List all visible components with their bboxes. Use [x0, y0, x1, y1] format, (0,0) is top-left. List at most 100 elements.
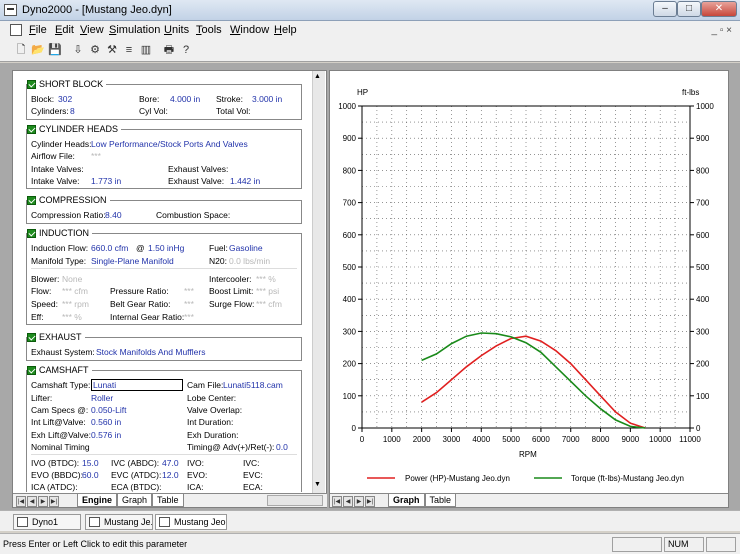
camshaft-group[interactable]: CAMSHAFT Camshaft Type: Lunati Cam File:…	[26, 365, 302, 492]
compression-checkbox[interactable]	[27, 195, 36, 205]
menu-edit[interactable]: Edit	[55, 24, 74, 36]
induction-flow-value[interactable]: 660.0 cfm	[91, 243, 128, 253]
blower-value[interactable]: None	[62, 274, 82, 284]
boost-limit-value[interactable]: *** psi	[256, 286, 279, 296]
timing-value[interactable]: 0.0	[276, 442, 288, 452]
doc-tab-mustang-1[interactable]: Mustang Je...	[85, 514, 153, 530]
heads-value[interactable]: Low Performance/Stock Ports And Valves	[91, 139, 248, 149]
scroll-down-icon[interactable]: ▼	[314, 481, 321, 488]
exhaust-group[interactable]: EXHAUST Exhaust System: Stock Manifolds …	[26, 332, 302, 361]
eff-value[interactable]: *** %	[62, 312, 82, 322]
vertical-scrollbar[interactable]: ▲ ▼	[312, 71, 325, 493]
last-tab-icon[interactable]: ▶|	[49, 496, 59, 507]
close-button[interactable]: ✕	[701, 1, 737, 17]
mdi-controls[interactable]: _ ▫ ×	[711, 25, 732, 36]
short-block-group[interactable]: SHORT BLOCK Block: 302 Bore: 4.000 in St…	[26, 79, 302, 120]
camshaft-checkbox[interactable]	[27, 365, 36, 375]
tab-graph-right[interactable]: Graph	[388, 494, 425, 507]
run-simulation-icon[interactable]: ⇩	[70, 42, 86, 58]
menu-window[interactable]: Window	[230, 24, 269, 36]
print-icon[interactable]: 🖶	[161, 42, 177, 58]
induction-pressure-value[interactable]: 1.50 inHg	[148, 243, 184, 253]
cylinder-heads-group[interactable]: CYLINDER HEADS Cylinder Heads: Low Perfo…	[26, 124, 302, 189]
save-icon[interactable]: 💾	[47, 42, 63, 58]
maximize-button[interactable]: □	[677, 1, 701, 17]
compression-group[interactable]: COMPRESSION Compression Ratio: 8.40 Comb…	[26, 195, 302, 224]
tab-table[interactable]: Table	[152, 494, 184, 507]
ivc-value[interactable]: 47.0	[162, 458, 179, 468]
exh-lift-value[interactable]: 0.576 in	[91, 430, 121, 440]
last-tab-icon[interactable]: ▶|	[365, 496, 375, 507]
dyno-chart[interactable]: HP ft-lbs RPM 0 1000 2000 3000 4000 5000 6000 7…	[330, 71, 728, 491]
y-tick-label-left: 600	[343, 231, 357, 240]
menu-file[interactable]: File	[29, 24, 47, 36]
speed-value[interactable]: *** rpm	[62, 299, 89, 309]
induction-checkbox[interactable]	[27, 228, 36, 238]
exhaust-header: EXHAUST	[27, 332, 85, 342]
bore-value[interactable]: 4.000 in	[170, 94, 200, 104]
menu-tools[interactable]: Tools	[196, 24, 222, 36]
next-tab-icon[interactable]: ▶	[38, 496, 48, 507]
ivo-value[interactable]: 15.0	[82, 458, 99, 468]
heads-icon[interactable]: ≡	[121, 42, 137, 58]
cam-specs-value[interactable]: 0.050-Lift	[91, 405, 126, 415]
int-lift-value[interactable]: 0.560 in	[91, 417, 121, 427]
first-tab-icon[interactable]: |◀	[16, 496, 26, 507]
evo-value[interactable]: 60.0	[82, 470, 99, 480]
intake-valve-value[interactable]: 1.773 in	[91, 176, 121, 186]
menu-units[interactable]: Units	[164, 24, 189, 36]
exhaust-valves-label: Exhaust Valves:	[168, 164, 229, 174]
menu-view[interactable]: View	[80, 24, 104, 36]
compression-ratio-value[interactable]: 8.40	[105, 210, 122, 220]
open-folder-icon[interactable]: 📂	[30, 42, 46, 58]
app-icon[interactable]	[4, 4, 17, 16]
minimize-button[interactable]: –	[653, 1, 677, 17]
menu-help[interactable]: Help	[274, 24, 297, 36]
short-block-checkbox[interactable]	[27, 79, 36, 89]
fuel-value[interactable]: Gasoline	[229, 243, 263, 253]
prev-tab-icon[interactable]: ◀	[343, 496, 353, 507]
combustion-space-label: Combustion Space:	[156, 210, 231, 220]
ivc-label: IVC (ABDC):	[111, 458, 160, 468]
compression-header: COMPRESSION	[27, 195, 110, 205]
manifold-value[interactable]: Single-Plane Manifold	[91, 256, 174, 266]
internal-gear-value[interactable]: ***	[184, 312, 194, 322]
scroll-up-icon[interactable]: ▲	[314, 73, 321, 80]
cylinders-value[interactable]: 8	[70, 106, 75, 116]
belt-gear-value[interactable]: ***	[184, 299, 194, 309]
pressure-ratio-value[interactable]: ***	[184, 286, 194, 296]
tab-table-right[interactable]: Table	[424, 494, 457, 507]
blower-flow-value[interactable]: *** cfm	[62, 286, 88, 296]
doc-tab-dyno1[interactable]: Dyno1	[13, 514, 81, 530]
doc-tab-mustang-2[interactable]: Mustang Jeo...	[155, 514, 227, 530]
induction-group[interactable]: INDUCTION Induction Flow: 660.0 cfm @ 1.…	[26, 228, 302, 325]
help-icon[interactable]: ?	[178, 42, 194, 58]
n20-value[interactable]: 0.0 lbs/min	[229, 256, 270, 266]
intercooler-value[interactable]: *** %	[256, 274, 276, 284]
camshaft-type-input[interactable]: Lunati	[91, 379, 183, 391]
engine-icon[interactable]: ⚙	[87, 42, 103, 58]
next-tab-icon[interactable]: ▶	[354, 496, 364, 507]
exhaust-valve-value[interactable]: 1.442 in	[230, 176, 260, 186]
tab-graph[interactable]: Graph	[117, 494, 153, 507]
block-value[interactable]: 302	[58, 94, 72, 104]
evc-value[interactable]: 12.0	[162, 470, 179, 480]
cam-file-value[interactable]: Lunati5118.cam	[223, 380, 283, 390]
exhaust-system-value[interactable]: Stock Manifolds And Mufflers	[96, 347, 205, 357]
surge-flow-value[interactable]: *** cfm	[256, 299, 282, 309]
document-icon[interactable]	[10, 24, 22, 36]
first-tab-icon[interactable]: |◀	[332, 496, 342, 507]
airflow-value[interactable]: ***	[91, 151, 101, 161]
lifter-value[interactable]: Roller	[91, 393, 113, 403]
chart-icon[interactable]: ▥	[138, 42, 154, 58]
graph-panel: HP ft-lbs RPM 0 1000 2000 3000 4000 5000 6000 7…	[329, 70, 729, 508]
tab-engine[interactable]: Engine	[77, 494, 118, 507]
prev-tab-icon[interactable]: ◀	[27, 496, 37, 507]
horizontal-scrollbar[interactable]	[267, 495, 323, 506]
menu-simulation[interactable]: Simulation	[109, 24, 160, 36]
stroke-value[interactable]: 3.000 in	[252, 94, 282, 104]
cylinder-heads-checkbox[interactable]	[27, 124, 36, 134]
exhaust-checkbox[interactable]	[27, 332, 36, 342]
camshaft-icon[interactable]: ⚒	[104, 42, 120, 58]
new-file-icon[interactable]: 🗋	[13, 42, 29, 58]
